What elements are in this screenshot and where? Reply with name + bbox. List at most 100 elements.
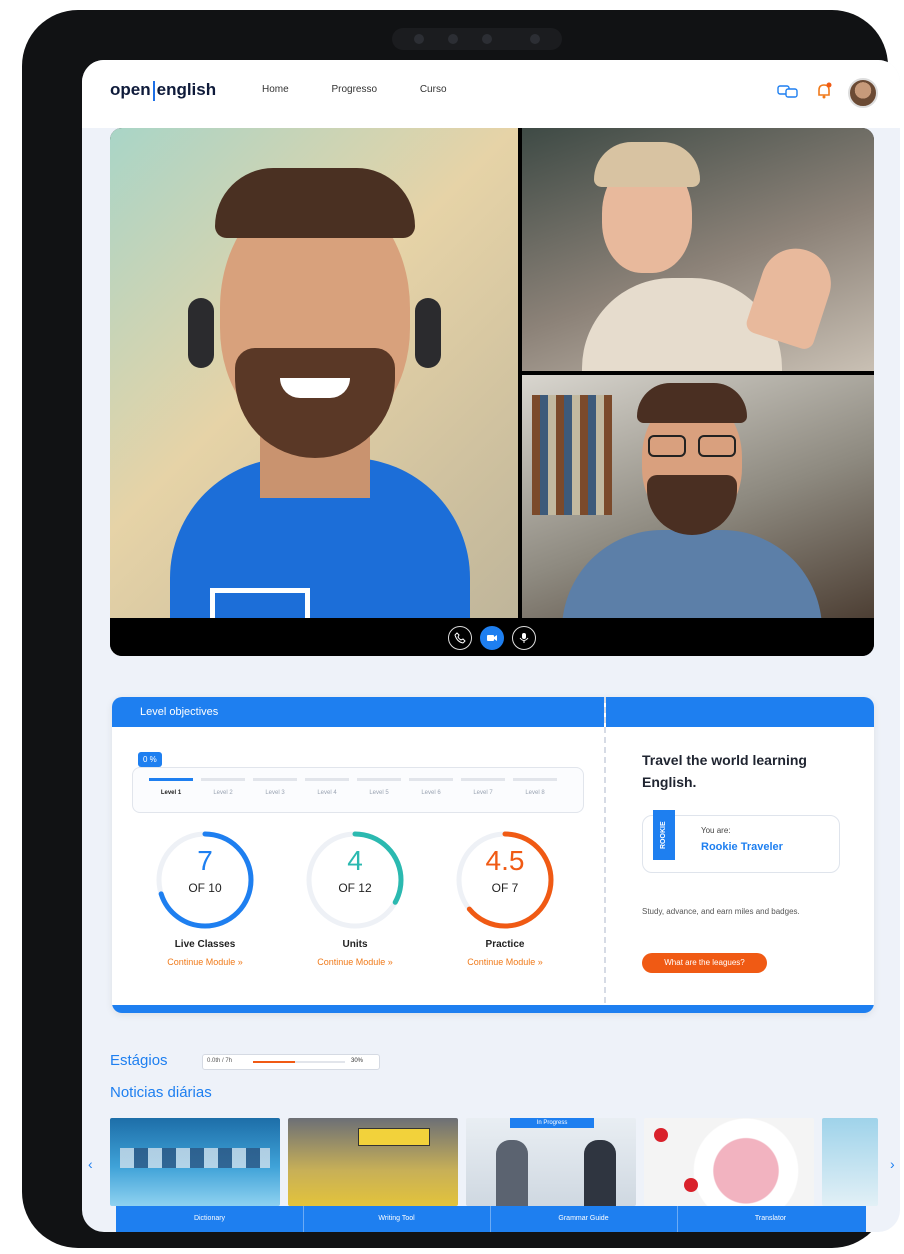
carousel-next-icon[interactable]: › (890, 1156, 895, 1172)
level-label[interactable]: Level 3 (249, 790, 301, 796)
level-segment (149, 778, 193, 781)
camera-dot (448, 34, 458, 44)
live-classes-ring (156, 831, 254, 929)
panel-header-right (606, 697, 874, 727)
level-label[interactable]: Level 7 (457, 790, 509, 796)
travel-title: Travel the world learning English. (642, 752, 807, 790)
level-track: Level 1 Level 2 Level 3 Level 4 Level 5 … (132, 767, 584, 813)
news-card-taxis[interactable] (288, 1118, 458, 1206)
stages-hours: 0.0th / 7h (207, 1058, 233, 1064)
logo-divider (152, 80, 155, 101)
rank-card: ROOKIE You are: Rookie Traveler (642, 810, 840, 873)
nav-item-home[interactable]: Home (262, 84, 289, 95)
phone-icon[interactable] (448, 626, 472, 650)
user-avatar[interactable] (848, 78, 878, 108)
live-classes-of: OF 10 (188, 881, 222, 895)
practice-ring (456, 831, 554, 929)
level-label[interactable]: Level 5 (353, 790, 405, 796)
travel-description: Study, advance, and earn miles and badge… (642, 907, 800, 916)
units-continue-link[interactable]: Continue Module » (300, 957, 410, 967)
nav-item-curso[interactable]: Curso (420, 84, 447, 95)
news-card-partial[interactable] (822, 1118, 878, 1206)
level-segment (253, 778, 297, 781)
logo-open: open (110, 80, 151, 99)
live-classes-title: Live Classes (174, 939, 236, 950)
panel-divider (604, 697, 608, 1013)
news-card-dessert[interactable] (644, 1118, 814, 1206)
notification-bell-icon[interactable] (816, 82, 832, 105)
tab-translator[interactable]: Translator (677, 1206, 864, 1232)
rank-name: Rookie Traveler (701, 841, 783, 853)
level-segment (201, 778, 245, 781)
level-label[interactable]: Level 6 (405, 790, 457, 796)
carousel-prev-icon[interactable]: ‹ (88, 1156, 93, 1172)
level-label[interactable]: Level 1 (145, 790, 197, 796)
top-icons (765, 78, 878, 108)
logo-english: english (156, 80, 217, 99)
rank-prefix: You are: (701, 826, 731, 835)
practice-continue-link[interactable]: Continue Module » (450, 957, 560, 967)
participant-video-tile-1[interactable] (522, 128, 874, 371)
tablet-frame: open english Home Progresso Curso Level … (22, 10, 900, 1248)
participant-2-beard (647, 475, 737, 535)
microphone-icon[interactable] (512, 626, 536, 650)
app-screen: open english Home Progresso Curso Level … (82, 60, 900, 1232)
live-classes-metric: 7 OF 10 Live Classes Continue Module » (150, 825, 260, 967)
panel-footer (112, 1005, 874, 1013)
tab-dictionary[interactable]: Dictionary (116, 1206, 304, 1232)
panel-title: Level objectives (140, 706, 219, 718)
video-call (110, 128, 874, 656)
level-label[interactable]: Level 2 (197, 790, 249, 796)
participant-1-hand (744, 239, 840, 352)
in-progress-badge: In Progress (510, 1118, 594, 1128)
strawberry (654, 1128, 668, 1142)
strawberry (684, 1178, 698, 1192)
units-metric: 4 OF 12 Units Continue Module » (300, 825, 410, 967)
camera-dot (530, 34, 540, 44)
live-classes-continue-link[interactable]: Continue Module » (150, 957, 260, 967)
stages-title: Estágios (110, 1052, 168, 1069)
teacher-smile (280, 378, 350, 398)
units-value: 4 (347, 845, 363, 876)
camera-dot (414, 34, 424, 44)
units-title: Units (342, 939, 368, 950)
shirt-logo (210, 588, 310, 618)
practice-of: OF 7 (491, 881, 519, 895)
participant-2-shirt (562, 530, 822, 618)
teacher-hair (215, 168, 415, 238)
participant-2-hair (637, 383, 747, 423)
level-label[interactable]: Level 8 (509, 790, 561, 796)
rookie-badge: ROOKIE (653, 810, 675, 860)
practice-metric: 4.5 OF 7 Practice Continue Module » (450, 825, 560, 967)
level-label[interactable]: Level 4 (301, 790, 353, 796)
tab-grammar-guide[interactable]: Grammar Guide (490, 1206, 678, 1232)
headset-right (415, 298, 441, 368)
participant-1-hair (594, 142, 700, 187)
nav-item-progresso[interactable]: Progresso (331, 84, 377, 95)
businessman-2 (584, 1140, 616, 1206)
units-ring (306, 831, 404, 929)
chat-icon[interactable] (777, 83, 799, 104)
leagues-button[interactable]: What are the leagues? (642, 953, 767, 973)
participant-video-tile-2[interactable] (522, 375, 874, 618)
stages-percent: 30% (351, 1058, 364, 1064)
stages-track (295, 1061, 345, 1063)
main-video-tile[interactable] (110, 128, 518, 618)
glasses-right (698, 435, 736, 457)
brand-logo[interactable]: open english (110, 80, 216, 101)
practice-value: 4.5 (485, 845, 525, 876)
tab-writing-tool[interactable]: Writing Tool (303, 1206, 491, 1232)
camera-strip (392, 28, 562, 50)
news-card-swimmers[interactable] (110, 1118, 280, 1206)
practice-title: Practice (485, 939, 525, 950)
swimmer-shapes (120, 1148, 270, 1168)
video-camera-icon[interactable] (480, 626, 504, 650)
bookshelf (532, 395, 612, 515)
panel-header: Level objectives (112, 697, 604, 727)
units-of: OF 12 (338, 881, 372, 895)
top-bar: open english Home Progresso Curso (82, 60, 900, 128)
news-card-business[interactable]: In Progress (466, 1118, 636, 1206)
level-segment (513, 778, 557, 781)
progress-badge: 0 % (138, 752, 162, 767)
call-control-bar (110, 618, 874, 656)
